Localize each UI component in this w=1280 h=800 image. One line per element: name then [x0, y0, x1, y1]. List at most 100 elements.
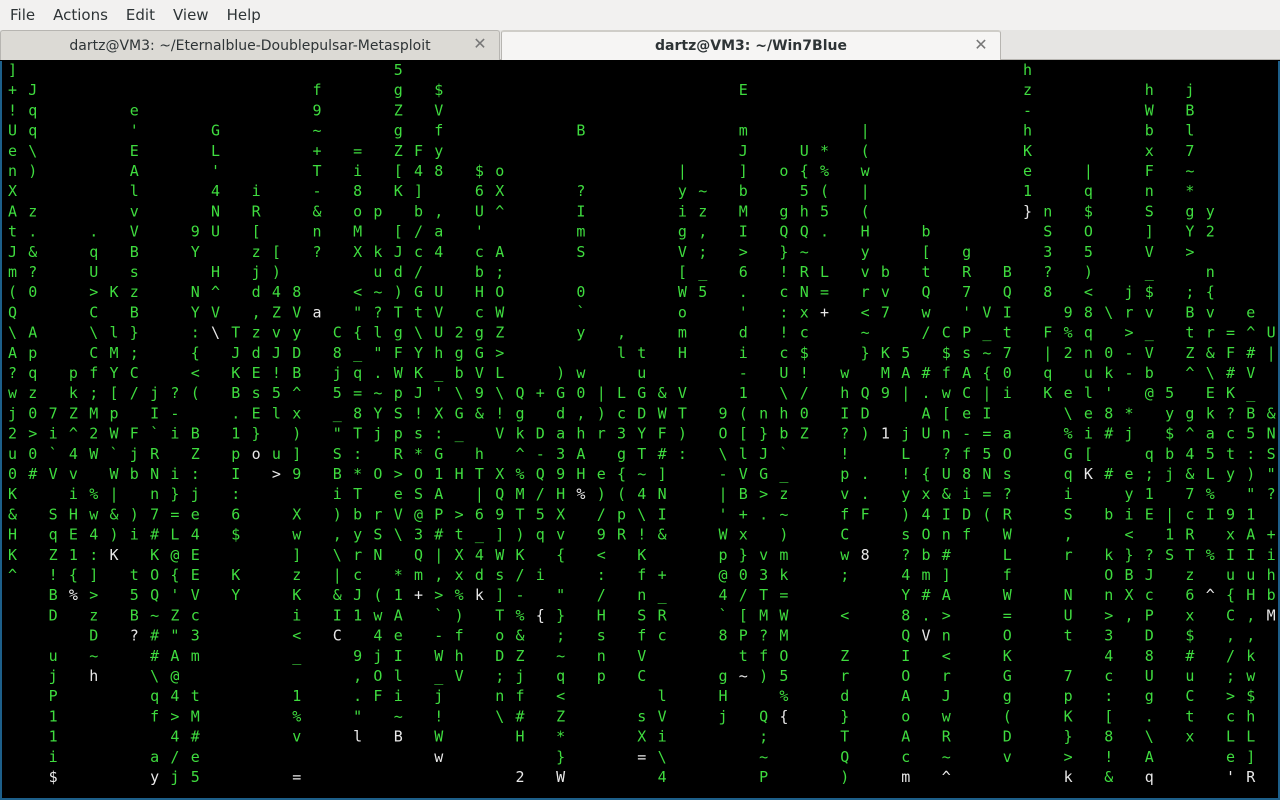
matrix-glyph: 7 — [150, 505, 159, 523]
matrix-glyph: O — [901, 667, 910, 685]
matrix-glyph: > — [739, 243, 748, 261]
tab-title: dartz@VM3: ~/Win7Blue — [655, 38, 847, 54]
matrix-glyph: Z — [170, 606, 179, 624]
matrix-glyph: 5 — [394, 61, 403, 79]
matrix-glyph: h — [89, 667, 98, 685]
matrix-glyph: = — [982, 425, 991, 443]
matrix-glyph: Y — [231, 586, 240, 604]
matrix-glyph: f — [150, 707, 159, 725]
matrix-glyph: { — [617, 465, 626, 483]
matrix-glyph: \ — [495, 384, 504, 402]
matrix-glyph: 4 — [211, 182, 220, 200]
matrix-glyph: ? — [28, 263, 37, 281]
matrix-glyph: * — [556, 728, 565, 746]
matrix-glyph: I — [1003, 303, 1012, 321]
matrix-glyph: - — [739, 364, 748, 382]
menu-help[interactable]: Help — [220, 0, 268, 30]
matrix-glyph: ) — [759, 667, 768, 685]
matrix-glyph: r — [353, 546, 362, 564]
matrix-glyph: m — [576, 223, 585, 241]
matrix-glyph: Y — [414, 344, 423, 362]
matrix-glyph: e — [1064, 384, 1073, 402]
matrix-glyph: U — [779, 364, 788, 382]
matrix-glyph: u — [637, 364, 646, 382]
matrix-glyph: p — [617, 505, 626, 523]
menu-actions[interactable]: Actions — [46, 0, 115, 30]
close-icon[interactable]: ✕ — [473, 36, 487, 52]
matrix-glyph: / — [922, 324, 931, 342]
matrix-glyph: U — [1064, 606, 1073, 624]
matrix-glyph: < — [597, 546, 606, 564]
matrix-glyph: & — [658, 384, 667, 402]
matrix-glyph: S — [1043, 223, 1052, 241]
matrix-glyph: U — [942, 465, 951, 483]
matrix-glyph: m — [779, 546, 788, 564]
matrix-glyph: " — [556, 586, 565, 604]
matrix-glyph: C — [637, 667, 646, 685]
matrix-glyph: O — [373, 465, 382, 483]
matrix-glyph: O — [414, 465, 423, 483]
matrix-glyph: o — [495, 162, 504, 180]
matrix-glyph: ^ — [211, 283, 220, 301]
close-icon[interactable]: ✕ — [974, 37, 988, 53]
matrix-glyph: J — [1145, 566, 1154, 584]
matrix-glyph: 0 — [576, 384, 585, 402]
matrix-glyph: l — [617, 344, 626, 362]
matrix-glyph: E — [252, 364, 261, 382]
matrix-glyph: Z — [191, 445, 200, 463]
tab-win7blue[interactable]: dartz@VM3: ~/Win7Blue ✕ — [501, 30, 1001, 60]
matrix-glyph: ( — [191, 384, 200, 402]
matrix-glyph: G — [637, 384, 646, 402]
matrix-glyph: u — [1226, 566, 1235, 584]
matrix-glyph: a — [434, 223, 443, 241]
matrix-glyph: S — [394, 404, 403, 422]
matrix-glyph: b — [922, 546, 931, 564]
matrix-glyph: 1 — [881, 425, 890, 443]
menu-edit[interactable]: Edit — [119, 0, 162, 30]
matrix-glyph: ) — [516, 526, 525, 544]
matrix-glyph: b — [353, 505, 362, 523]
matrix-glyph: ! — [840, 445, 849, 463]
matrix-glyph: h — [434, 344, 443, 362]
matrix-glyph: y — [1165, 404, 1174, 422]
matrix-glyph: % — [576, 485, 585, 503]
matrix-glyph: V — [191, 586, 200, 604]
matrix-glyph: G — [556, 384, 565, 402]
matrix-glyph: t — [191, 687, 200, 705]
matrix-glyph: R — [150, 445, 160, 463]
matrix-glyph: t — [922, 263, 931, 281]
matrix-glyph: > — [89, 283, 98, 301]
matrix-glyph: | — [1043, 344, 1052, 362]
matrix-glyph: N — [658, 485, 667, 503]
matrix-glyph: 5 — [130, 586, 139, 604]
matrix-glyph: C — [962, 384, 971, 402]
matrix-glyph: I — [840, 404, 849, 422]
matrix-glyph: ~ — [982, 344, 991, 362]
matrix-glyph: 5 — [272, 384, 281, 402]
matrix-glyph: ( — [8, 283, 17, 301]
matrix-glyph: L — [1003, 546, 1012, 564]
matrix-glyph: l — [373, 324, 382, 342]
matrix-glyph: K — [8, 485, 17, 503]
matrix-glyph: o — [353, 202, 362, 220]
matrix-glyph: n — [1084, 344, 1093, 362]
matrix-glyph: E — [191, 546, 200, 564]
matrix-glyph: t — [130, 566, 139, 584]
matrix-glyph: , — [353, 667, 362, 685]
terminal-area[interactable]: ] +! Ue n X At Jm(Q \ A? w j 2 u 0 K & H K ^ Jq q \) z. &? 0 Ap q z… — [0, 61, 1280, 800]
matrix-glyph: ? — [759, 627, 768, 645]
matrix-glyph: v — [1206, 303, 1215, 321]
tab-eternalblue[interactable]: dartz@VM3: ~/Eternalblue-Doublepulsar-Me… — [0, 30, 500, 60]
matrix-glyph: t — [1226, 445, 1235, 463]
menu-file[interactable]: File — [3, 0, 42, 30]
matrix-glyph: f — [455, 627, 464, 645]
matrix-glyph: C — [333, 627, 342, 645]
matrix-glyph: z — [252, 243, 261, 261]
matrix-glyph: S — [1267, 445, 1276, 463]
matrix-glyph: y — [901, 485, 910, 503]
matrix-glyph: ~ — [373, 283, 382, 301]
menu-view[interactable]: View — [166, 0, 216, 30]
matrix-glyph: ) — [1084, 263, 1093, 281]
matrix-glyph: 6 — [475, 505, 484, 523]
matrix-glyph: ) — [292, 425, 301, 443]
